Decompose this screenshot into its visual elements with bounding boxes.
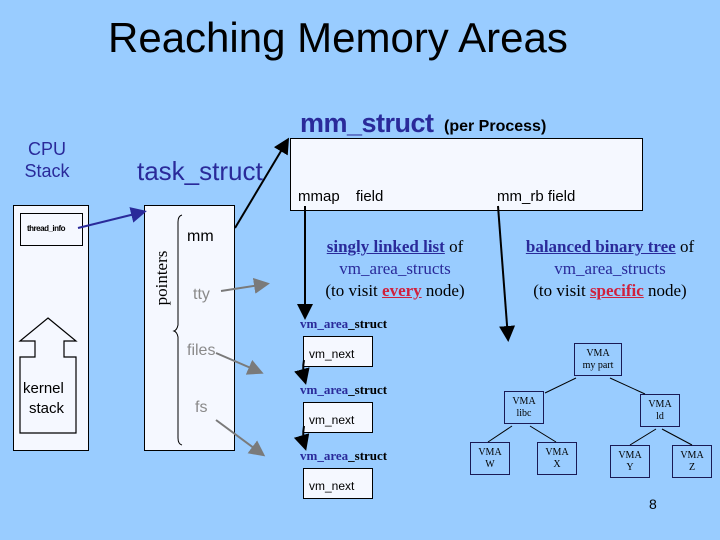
thread-info-arrow <box>77 207 147 229</box>
vm-next-arrow-2 <box>293 425 310 451</box>
mm-rb-arrow <box>497 205 516 342</box>
fs-arrow <box>215 419 266 457</box>
tree-edge-libc-w <box>487 425 513 443</box>
tree-edge-root-ld <box>609 377 646 395</box>
mm-arrow <box>234 137 290 229</box>
tree-edge-ld-z <box>661 428 693 446</box>
vm-next-arrow-1 <box>294 359 310 385</box>
pointers-brace <box>172 214 183 446</box>
connector-lines <box>77 137 693 457</box>
tree-edge-ld-y <box>629 428 657 446</box>
tree-edge-root-libc <box>544 377 577 394</box>
tree-edge-libc-x <box>529 425 557 443</box>
tty-arrow <box>220 277 270 294</box>
files-arrow <box>215 352 264 375</box>
page-number: 8 <box>649 496 657 512</box>
